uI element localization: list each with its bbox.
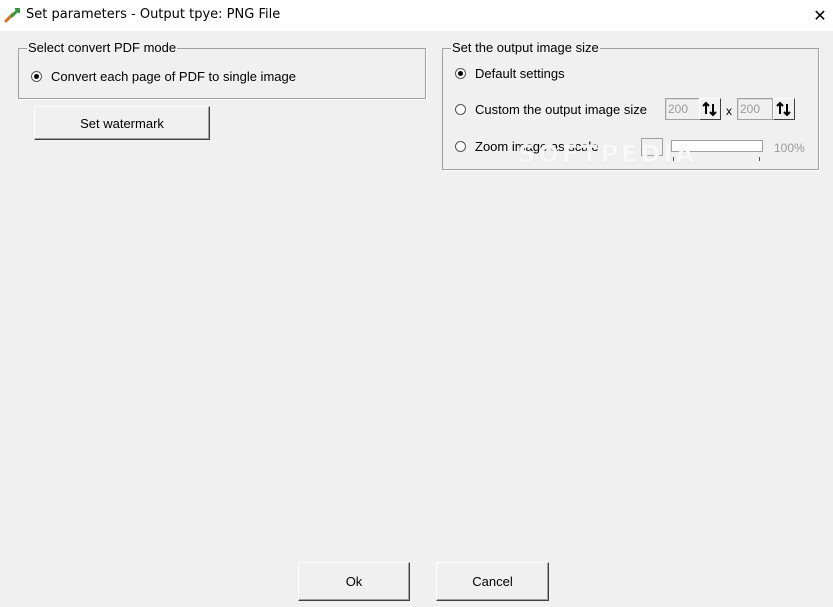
width-input[interactable]: 200 — [665, 98, 701, 120]
zoom-percent: 100% — [774, 141, 805, 155]
convert-each-page-label: Convert each page of PDF to single image — [51, 69, 296, 84]
close-icon: ✕ — [813, 7, 827, 25]
width-spin-button[interactable] — [699, 98, 721, 120]
convert-mode-group: Select convert PDF mode Convert each pag… — [18, 40, 426, 99]
slider-tick-end — [759, 157, 760, 161]
spin-arrows-icon — [702, 101, 717, 117]
title-bar: Set parameters - Output tpye: PNG File ✕ — [0, 0, 833, 31]
zoom-scale-label: Zoom image as scale — [475, 139, 599, 154]
custom-size-label: Custom the output image size — [475, 102, 647, 117]
zoom-value-box[interactable] — [641, 138, 663, 156]
window-title: Set parameters - Output tpye: PNG File — [26, 7, 281, 22]
output-size-group: Set the output image size Default settin… — [442, 40, 819, 170]
convert-each-page-radio[interactable] — [31, 71, 42, 82]
cancel-button[interactable]: Cancel — [436, 562, 549, 601]
ok-label: Ok — [345, 574, 363, 589]
height-input[interactable]: 200 — [737, 98, 773, 120]
pdf-convert-arrows-icon — [4, 7, 21, 24]
zoom-slider[interactable] — [671, 140, 763, 152]
default-settings-label: Default settings — [475, 66, 565, 81]
set-watermark-button[interactable]: Set watermark — [34, 106, 210, 140]
spin-arrows-icon — [776, 101, 791, 117]
times-sign: x — [726, 104, 732, 118]
convert-mode-group-label: Select convert PDF mode — [27, 40, 178, 56]
set-watermark-label: Set watermark — [80, 115, 164, 131]
output-size-group-label: Set the output image size — [451, 40, 600, 56]
zoom-scale-option[interactable]: Zoom image as scale — [455, 139, 599, 154]
zoom-scale-radio[interactable] — [455, 141, 466, 152]
convert-each-page-option[interactable]: Convert each page of PDF to single image — [31, 69, 296, 84]
custom-size-option[interactable]: Custom the output image size — [455, 102, 647, 117]
default-settings-radio[interactable] — [455, 68, 466, 79]
ok-button[interactable]: Ok — [298, 562, 410, 601]
cancel-label: Cancel — [472, 574, 513, 589]
custom-size-radio[interactable] — [455, 104, 466, 115]
close-button[interactable]: ✕ — [807, 0, 833, 31]
default-settings-option[interactable]: Default settings — [455, 66, 565, 81]
slider-tick-start — [673, 157, 674, 161]
height-spin-button[interactable] — [773, 98, 795, 120]
